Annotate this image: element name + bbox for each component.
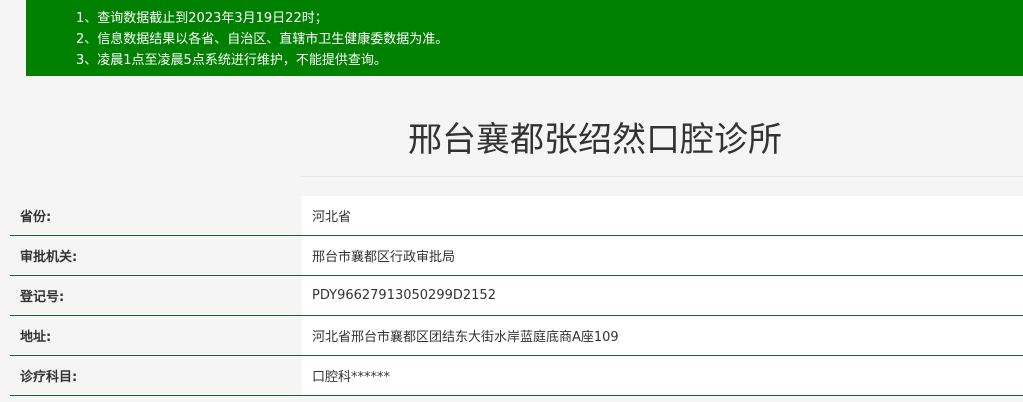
table-row-approval-authority: 审批机关: 邢台市襄都区行政审批局 [10,236,1023,276]
notice-line-2: 2、信息数据结果以各省、自治区、直辖市卫生健康委数据为准。 [76,32,449,47]
table-row-province: 省份: 河北省 [10,196,1023,236]
notice-banner: 1、查询数据截止到2023年3月19日22时； 2、信息数据结果以各省、自治区、… [26,0,1023,76]
address-value: 河北省邢台市襄都区团结东大街水岸蓝庭底商A座109 [302,316,1023,355]
departments-label: 诊疗科目: [10,356,302,395]
details-table: 省份: 河北省 审批机关: 邢台市襄都区行政审批局 登记号: PDY966279… [10,196,1023,396]
province-label: 省份: [10,196,302,235]
registration-number-label: 登记号: [10,276,302,315]
departments-value: 口腔科****** [302,356,1023,395]
address-label: 地址: [10,316,302,355]
approval-authority-value: 邢台市襄都区行政审批局 [302,236,1023,275]
page-title: 邢台襄都张绍然口腔诊所 [408,120,782,160]
table-row-departments: 诊疗科目: 口腔科****** [10,356,1023,396]
province-value: 河北省 [302,196,1023,235]
registration-number-value: PDY96627913050299D2152 [302,276,1023,315]
notice-line-1: 1、查询数据截止到2023年3月19日22时； [76,11,328,26]
notice-line-3: 3、凌晨1点至凌晨5点系统进行维护，不能提供查询。 [76,53,387,68]
table-row-registration-number: 登记号: PDY96627913050299D2152 [10,276,1023,316]
table-row-address: 地址: 河北省邢台市襄都区团结东大街水岸蓝庭底商A座109 [10,316,1023,356]
title-divider [300,176,1023,177]
approval-authority-label: 审批机关: [10,236,302,275]
